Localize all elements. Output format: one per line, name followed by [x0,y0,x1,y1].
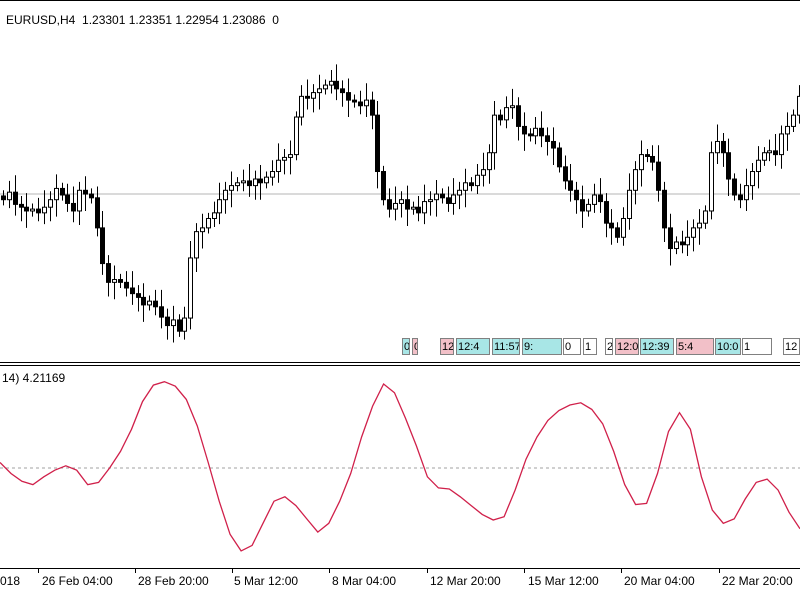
time-axis-label: 5 Mar 12:00 [234,574,299,588]
trade-time-tag: 12:39 [640,338,674,355]
trade-time-tag: 1 [742,338,772,355]
time-axis-tick [329,569,330,573]
trade-time-tag: 20: [605,338,613,355]
time-axis-tick [38,569,39,573]
price-chart-pane[interactable]: EURUSD,H4 1.23301 1.23351 1.22954 1.2308… [0,0,800,360]
indicator-pane[interactable]: 14) 4.21169 [0,366,800,568]
trade-time-tags: 0012:0412:411:579:0120:12:0012:395:410:0… [0,0,800,360]
trade-time-tag: 0 [563,338,581,355]
time-axis-tick [232,569,233,573]
trade-time-tag: 5:4 [676,338,714,355]
trade-time-tag: 0 [402,338,410,355]
trade-time-tag: 12:00 [615,338,639,355]
time-axis-tick [719,569,720,573]
time-axis-label: 28 Feb 20:00 [138,574,209,588]
time-axis-label: 12 Mar 20:00 [430,574,501,588]
trade-time-tag: 10:0 [715,338,741,355]
time-axis-tick [524,569,525,573]
indicator-series-line [0,381,800,552]
time-axis-label: 15 Mar 12:00 [528,574,599,588]
time-axis-tick [621,569,622,573]
trade-time-tag: 12 [783,338,800,355]
time-axis-tick [427,569,428,573]
time-axis-tick [135,569,136,573]
trade-time-tag: 1 [583,338,597,355]
trade-time-tag: 9: [522,338,562,355]
indicator-line-chart[interactable] [0,366,800,568]
time-axis-label: 22 Mar 20:00 [722,574,793,588]
trade-time-tag: 12:04 [440,338,454,355]
time-axis-label: 018 [0,574,21,588]
time-axis-label: 20 Mar 04:00 [624,574,695,588]
trade-time-tag: 0 [412,338,418,355]
time-axis-label: 26 Feb 04:00 [42,574,113,588]
time-axis: 018 26 Feb 04:00 28 Feb 20:00 5 Mar 12:00 8 … [0,568,800,600]
trade-time-tag: 11:57 [492,338,520,355]
trade-time-tag: 12:4 [456,338,490,355]
time-axis-label: 8 Mar 04:00 [332,574,397,588]
